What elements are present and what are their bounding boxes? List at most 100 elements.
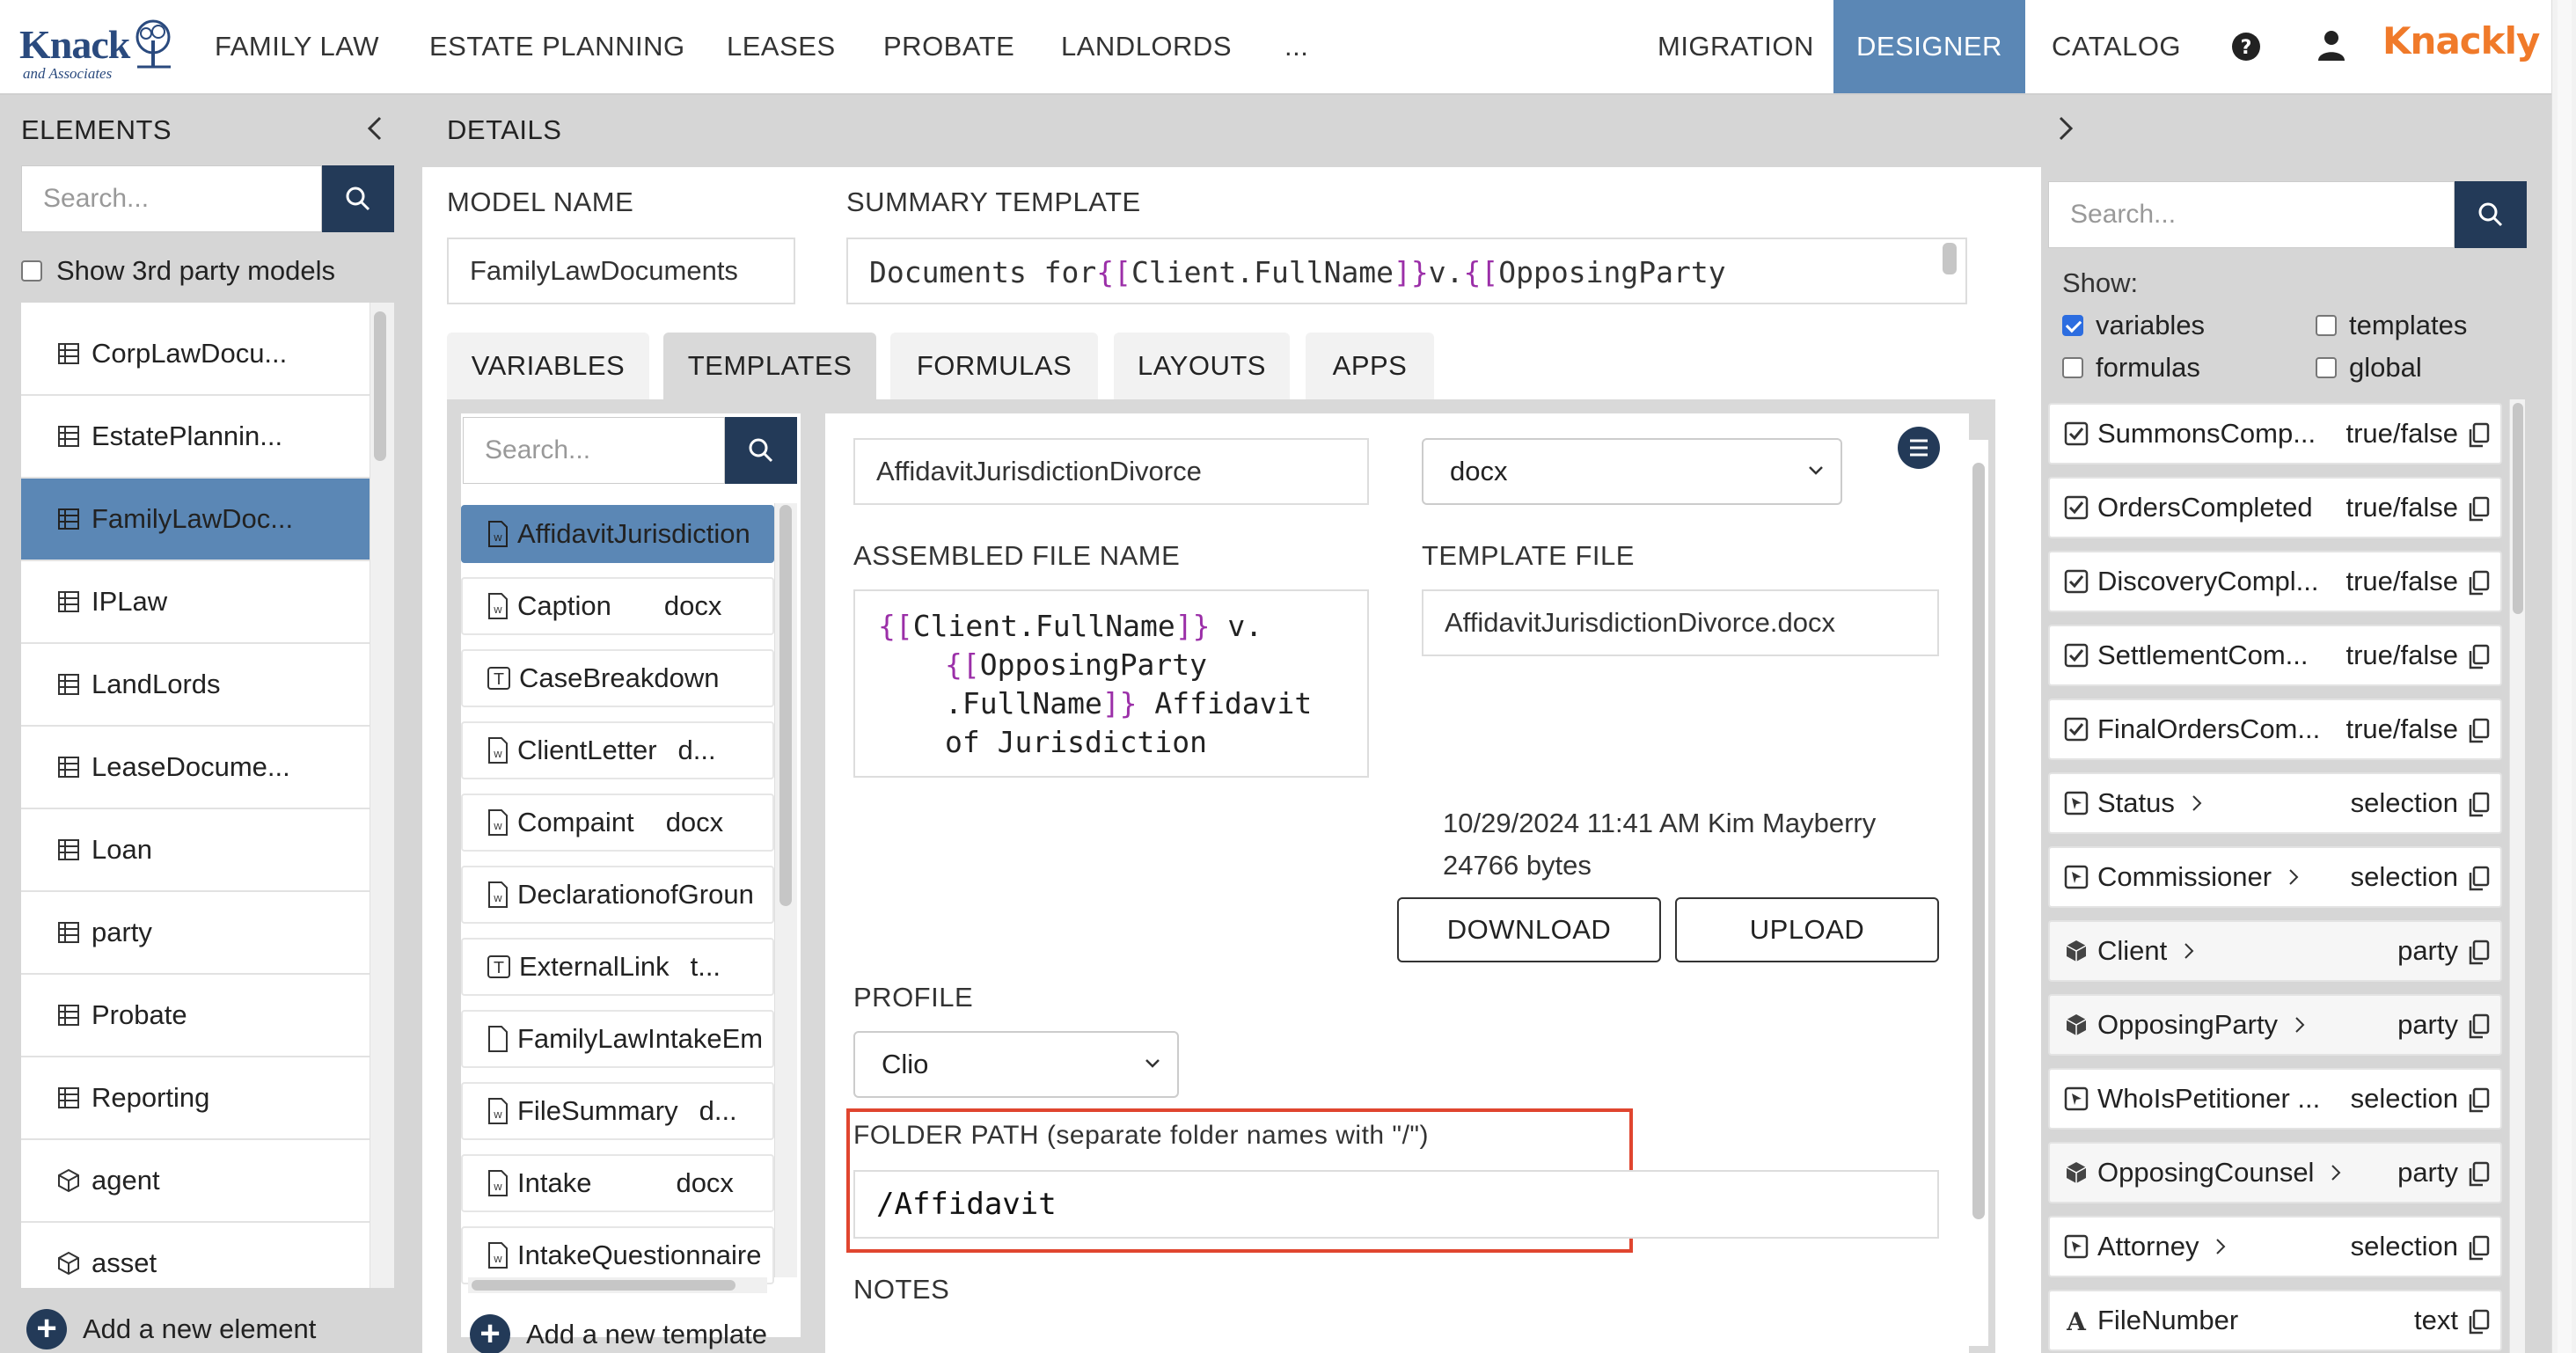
- template-item[interactable]: T CaseBreakdown: [461, 649, 774, 707]
- element-item[interactable]: asset: [21, 1223, 370, 1288]
- copy-icon[interactable]: [2467, 1161, 2490, 1188]
- copy-icon[interactable]: [2467, 792, 2490, 818]
- add-element-button[interactable]: + Add a new element: [26, 1309, 316, 1349]
- variable-item[interactable]: DiscoveryCompl... true/false: [2048, 551, 2502, 612]
- nav-landlords[interactable]: LANDLORDS: [1061, 0, 1232, 93]
- chevron-right-icon[interactable]: [2287, 867, 2300, 887]
- variable-item[interactable]: A FileNumber text: [2048, 1290, 2502, 1351]
- summary-template-input[interactable]: Documents for {[Client.FullName]} v. {[O…: [846, 238, 1967, 304]
- chevron-right-icon[interactable]: [2183, 941, 2195, 961]
- menu-icon[interactable]: [1897, 426, 1941, 470]
- nav-migration[interactable]: MIGRATION: [1658, 0, 1814, 93]
- variable-item[interactable]: Attorney selection: [2048, 1216, 2502, 1277]
- element-item[interactable]: Reporting: [21, 1057, 370, 1140]
- elements-search-input[interactable]: Search...: [21, 165, 322, 232]
- folder-path-input[interactable]: /Affidavit: [853, 1170, 1939, 1239]
- template-item[interactable]: FamilyLawIntakeEm: [461, 1010, 774, 1068]
- copy-icon[interactable]: [2467, 1309, 2490, 1335]
- nav-more[interactable]: ...: [1284, 0, 1308, 93]
- help-icon[interactable]: ?: [2231, 32, 2261, 62]
- element-item[interactable]: Probate: [21, 975, 370, 1057]
- template-list-hscrollbar[interactable]: [468, 1277, 767, 1293]
- copy-icon[interactable]: [2467, 644, 2490, 670]
- model-name-input[interactable]: FamilyLawDocuments: [447, 238, 795, 304]
- expand-chevron-right-icon[interactable]: [2055, 114, 2076, 143]
- show-3rd-party-checkbox[interactable]: [21, 260, 42, 282]
- template-item[interactable]: W IntakeQuestionnaire: [461, 1226, 774, 1284]
- nav-probate[interactable]: PROBATE: [883, 0, 1014, 93]
- copy-icon[interactable]: [2467, 1013, 2490, 1040]
- template-item[interactable]: W DeclarationofGroun: [461, 866, 774, 924]
- download-button[interactable]: DOWNLOAD: [1397, 897, 1661, 962]
- assembled-file-name-input[interactable]: {[Client.FullName]} v. {[OpposingParty .Fu…: [853, 589, 1369, 778]
- copy-icon[interactable]: [2467, 866, 2490, 892]
- profile-select[interactable]: Clio: [853, 1031, 1179, 1098]
- element-item[interactable]: Loan: [21, 809, 370, 892]
- copy-icon[interactable]: [2467, 1087, 2490, 1114]
- template-search-input[interactable]: Search...: [463, 417, 725, 484]
- filter-templates-checkbox[interactable]: [2316, 315, 2337, 336]
- variable-item[interactable]: OrdersCompleted true/false: [2048, 477, 2502, 538]
- template-item[interactable]: W Intake docx: [461, 1154, 774, 1212]
- knack-logo[interactable]: Knack and Associates: [19, 19, 171, 82]
- element-item[interactable]: agent: [21, 1140, 370, 1223]
- variable-search-button[interactable]: [2455, 181, 2527, 248]
- chevron-right-icon[interactable]: [2330, 1163, 2342, 1182]
- copy-icon[interactable]: [2467, 1235, 2490, 1262]
- template-item[interactable]: W FileSummary d...: [461, 1082, 774, 1140]
- variable-item[interactable]: Status selection: [2048, 772, 2502, 834]
- tab-templates[interactable]: TEMPLATES: [663, 333, 876, 399]
- variable-item[interactable]: SummonsComp... true/false: [2048, 403, 2502, 464]
- tab-formulas[interactable]: FORMULAS: [890, 333, 1098, 399]
- filter-formulas[interactable]: formulas: [2062, 352, 2200, 384]
- filter-variables-checkbox[interactable]: [2062, 315, 2083, 336]
- tab-variables[interactable]: VARIABLES: [447, 333, 649, 399]
- template-item[interactable]: T ExternalLink t...: [461, 938, 774, 996]
- variable-item[interactable]: OpposingCounsel party: [2048, 1142, 2502, 1203]
- nav-designer[interactable]: DESIGNER: [1833, 0, 2025, 93]
- nav-catalog[interactable]: CATALOG: [2052, 0, 2181, 93]
- page-scrollbar[interactable]: [2551, 0, 2576, 1353]
- copy-icon[interactable]: [2467, 496, 2490, 523]
- tab-layouts[interactable]: LAYOUTS: [1114, 333, 1290, 399]
- nav-leases[interactable]: LEASES: [727, 0, 836, 93]
- template-item-selected[interactable]: W AffidavitJurisdiction: [461, 505, 774, 563]
- tab-apps[interactable]: APPS: [1306, 333, 1434, 399]
- add-template-button[interactable]: + Add a new template: [470, 1314, 767, 1353]
- show-3rd-party-toggle[interactable]: Show 3rd party models: [21, 255, 335, 287]
- element-list-scrollbar[interactable]: [370, 303, 394, 1288]
- filter-variables[interactable]: variables: [2062, 310, 2205, 341]
- template-item[interactable]: W Compaint docx: [461, 794, 774, 852]
- variable-item[interactable]: Commissioner selection: [2048, 846, 2502, 908]
- elements-search-button[interactable]: [322, 165, 394, 232]
- variable-list-scrollbar[interactable]: [2509, 399, 2525, 1353]
- filter-templates[interactable]: templates: [2316, 310, 2467, 341]
- variable-item[interactable]: WhoIsPetitioner ... selection: [2048, 1068, 2502, 1130]
- template-form-scrollbar[interactable]: [1969, 440, 1988, 1346]
- copy-icon[interactable]: [2467, 718, 2490, 744]
- element-item[interactable]: CorpLawDocu...: [21, 313, 370, 396]
- template-name-input[interactable]: AffidavitJurisdictionDivorce: [853, 438, 1369, 505]
- template-format-select[interactable]: docx: [1422, 438, 1842, 505]
- template-search-button[interactable]: [725, 417, 797, 484]
- element-item[interactable]: LandLords: [21, 644, 370, 727]
- variable-item[interactable]: FinalOrdersCom... true/false: [2048, 698, 2502, 760]
- collapse-chevron-left-icon[interactable]: [364, 114, 385, 143]
- filter-global-checkbox[interactable]: [2316, 357, 2337, 378]
- chevron-right-icon[interactable]: [2294, 1015, 2306, 1035]
- filter-global[interactable]: global: [2316, 352, 2422, 384]
- summary-scroll-thumb[interactable]: [1943, 243, 1957, 274]
- filter-formulas-checkbox[interactable]: [2062, 357, 2083, 378]
- user-icon[interactable]: [2317, 30, 2345, 62]
- copy-icon[interactable]: [2467, 422, 2490, 449]
- variable-item[interactable]: OpposingParty party: [2048, 994, 2502, 1056]
- copy-icon[interactable]: [2467, 940, 2490, 966]
- template-file-input[interactable]: AffidavitJurisdictionDivorce.docx: [1422, 589, 1939, 656]
- element-item[interactable]: LeaseDocume...: [21, 727, 370, 809]
- element-item[interactable]: party: [21, 892, 370, 975]
- element-item[interactable]: EstatePlannin...: [21, 396, 370, 479]
- chevron-right-icon[interactable]: [2191, 794, 2203, 813]
- copy-icon[interactable]: [2467, 570, 2490, 596]
- element-item[interactable]: IPLaw: [21, 561, 370, 644]
- chevron-right-icon[interactable]: [2214, 1237, 2227, 1256]
